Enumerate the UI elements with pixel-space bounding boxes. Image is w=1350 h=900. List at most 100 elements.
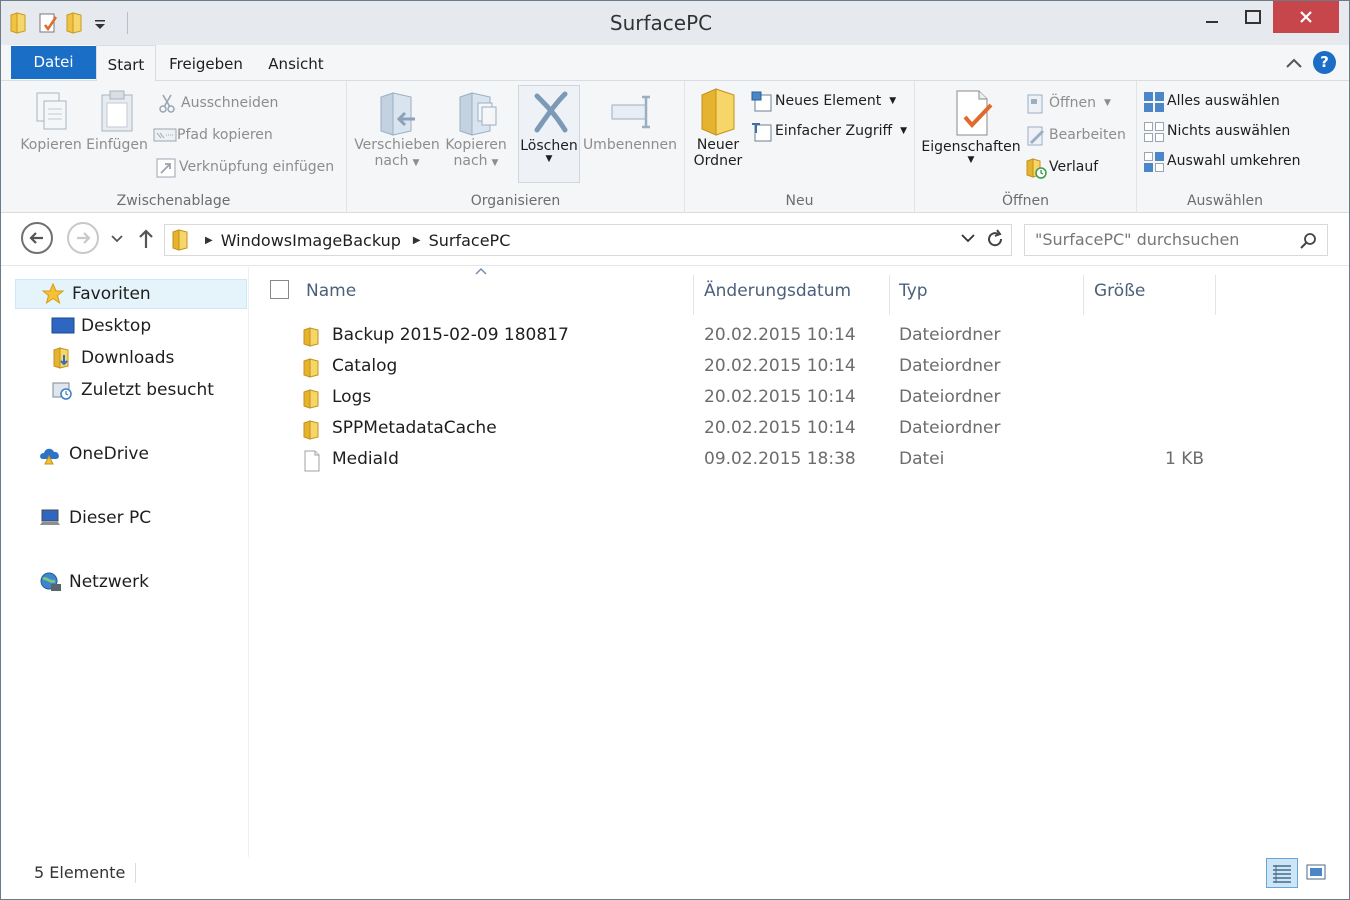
nav-item-onedrive[interactable]: OneDrive: [39, 439, 149, 469]
nav-label: OneDrive: [69, 444, 149, 464]
new-item-button[interactable]: Neues Element ▼: [751, 89, 896, 113]
nav-label: Favoriten: [72, 284, 151, 304]
table-row[interactable]: Backup 2015-02-09 180817 20.02.2015 10:1…: [250, 321, 1349, 352]
select-all-button[interactable]: Alles auswählen: [1143, 89, 1280, 113]
column-header-type[interactable]: Typ: [889, 275, 1084, 315]
nav-item-desktop[interactable]: Desktop: [51, 311, 151, 341]
move-to-label: Verschieben: [354, 137, 440, 153]
column-header-date[interactable]: Änderungsdatum: [694, 275, 890, 315]
table-row[interactable]: SPPMetadataCache 20.02.2015 10:14 Dateio…: [250, 414, 1349, 445]
nav-item-favorites[interactable]: Favoriten: [15, 279, 247, 309]
downloads-icon: [51, 347, 73, 369]
copy-to-icon: [456, 89, 497, 137]
recent-locations-button[interactable]: [111, 232, 123, 248]
easy-access-button[interactable]: Einfacher Zugriff ▼: [751, 119, 907, 143]
edit-button[interactable]: Bearbeiten: [1025, 123, 1126, 147]
move-to-button[interactable]: Verschieben nach ▼: [351, 89, 443, 169]
arrow-left-icon: [29, 232, 43, 244]
tab-share[interactable]: Freigeben: [161, 45, 251, 81]
paste-shortcut-label: Verknüpfung einfügen: [179, 159, 335, 175]
tab-start[interactable]: Start: [96, 45, 156, 82]
group-organize: Verschieben nach ▼ Kopieren nach ▼ Löschen…: [347, 81, 685, 213]
file-type: Dateiordner: [899, 387, 1001, 407]
maximize-icon: [1245, 10, 1261, 24]
help-button[interactable]: ?: [1313, 51, 1336, 74]
maximize-button[interactable]: [1233, 1, 1273, 33]
select-none-button[interactable]: Nichts auswählen: [1143, 119, 1290, 143]
refresh-icon[interactable]: [985, 229, 1005, 254]
history-button[interactable]: Verlauf: [1025, 155, 1098, 179]
file-type: Dateiordner: [899, 325, 1001, 345]
paste-icon: [97, 89, 137, 137]
address-bar[interactable]: ▶ WindowsImageBackup ▶ SurfacePC: [164, 224, 1012, 256]
column-header-name[interactable]: Name: [296, 275, 694, 315]
details-view-button[interactable]: [1266, 858, 1298, 888]
breadcrumb-chevron-icon[interactable]: ▶: [413, 235, 421, 246]
copy-button[interactable]: Kopieren: [19, 89, 83, 153]
copy-to-button[interactable]: Kopieren nach ▼: [439, 89, 513, 169]
open-button[interactable]: Öffnen ▼: [1025, 91, 1111, 115]
address-row: ▶ WindowsImageBackup ▶ SurfacePC "Surfac…: [1, 214, 1349, 266]
properties-icon: [951, 87, 993, 139]
new-folder-button[interactable]: Neuer Ordner: [689, 85, 747, 169]
copy-label: Kopieren: [20, 137, 82, 153]
file-date: 20.02.2015 10:14: [704, 418, 856, 438]
paste-button[interactable]: Einfügen: [85, 89, 149, 153]
tab-view[interactable]: Ansicht: [256, 45, 336, 81]
cut-button[interactable]: Ausschneiden: [157, 91, 278, 115]
rename-button[interactable]: Umbenennen: [581, 89, 679, 153]
nav-item-network[interactable]: Netzwerk: [39, 567, 149, 597]
search-input[interactable]: "SurfacePC" durchsuchen: [1024, 224, 1328, 256]
new-item-icon: [751, 91, 772, 112]
nav-item-this-pc[interactable]: Dieser PC: [39, 503, 151, 533]
file-name: SPPMetadataCache: [332, 418, 497, 438]
search-icon[interactable]: [1299, 230, 1317, 260]
delete-button[interactable]: Löschen ▼: [518, 85, 580, 183]
forward-button[interactable]: [67, 222, 99, 254]
large-icons-view-icon: [1306, 864, 1326, 880]
breadcrumb-segment[interactable]: WindowsImageBackup: [221, 231, 401, 250]
nav-item-recent[interactable]: Zuletzt besucht: [51, 375, 214, 405]
breadcrumb-segment[interactable]: SurfacePC: [429, 231, 511, 250]
table-row[interactable]: Logs 20.02.2015 10:14 Dateiordner: [250, 383, 1349, 414]
select-all-checkbox[interactable]: [270, 280, 289, 299]
table-row[interactable]: MediaId 09.02.2015 18:38 Datei 1 KB: [250, 445, 1349, 476]
file-name: Backup 2015-02-09 180817: [332, 325, 569, 345]
file-date: 20.02.2015 10:14: [704, 356, 856, 376]
close-button[interactable]: [1273, 1, 1339, 33]
copy-icon: [31, 89, 71, 137]
back-button[interactable]: [21, 222, 53, 254]
new-folder-label: Neuer: [696, 137, 740, 153]
properties-button[interactable]: Eigenschaften ▼: [919, 87, 1023, 165]
copy-path-button[interactable]: Pfad kopieren: [153, 123, 273, 147]
file-name: Logs: [332, 387, 372, 407]
collapse-ribbon-icon[interactable]: [1285, 54, 1303, 73]
file-name: Catalog: [332, 356, 398, 376]
invert-selection-button[interactable]: Auswahl umkehren: [1143, 149, 1301, 173]
table-row[interactable]: Catalog 20.02.2015 10:14 Dateiordner: [250, 352, 1349, 383]
group-label-open: Öffnen: [1001, 193, 1050, 209]
group-label-clipboard: Zwischenablage: [116, 193, 231, 209]
folder-icon: [302, 357, 322, 378]
file-name: MediaId: [332, 449, 399, 469]
status-bar: 5 Elemente: [1, 857, 1349, 890]
nav-item-downloads[interactable]: Downloads: [51, 343, 174, 373]
close-icon: [1300, 11, 1312, 23]
dropdown-arrow-icon: ▼: [412, 158, 420, 168]
breadcrumb-chevron-icon[interactable]: ▶: [205, 235, 213, 246]
delete-icon: [529, 90, 569, 138]
select-none-label: Nichts auswählen: [1167, 123, 1291, 139]
file-type: Datei: [899, 449, 945, 469]
tab-file[interactable]: Datei: [11, 46, 96, 79]
group-label-new: Neu: [785, 193, 814, 209]
file-icon: [302, 450, 322, 472]
up-button[interactable]: [137, 228, 155, 254]
large-icons-view-button[interactable]: [1301, 858, 1333, 888]
minimize-button[interactable]: [1191, 1, 1233, 33]
address-dropdown-icon[interactable]: [961, 232, 975, 246]
column-header-size[interactable]: Größe: [1084, 275, 1216, 315]
folder-icon: [302, 419, 322, 440]
cut-label: Ausschneiden: [181, 95, 279, 111]
paste-shortcut-button[interactable]: Verknüpfung einfügen: [155, 155, 334, 179]
dropdown-arrow-icon: ▼: [491, 158, 499, 168]
